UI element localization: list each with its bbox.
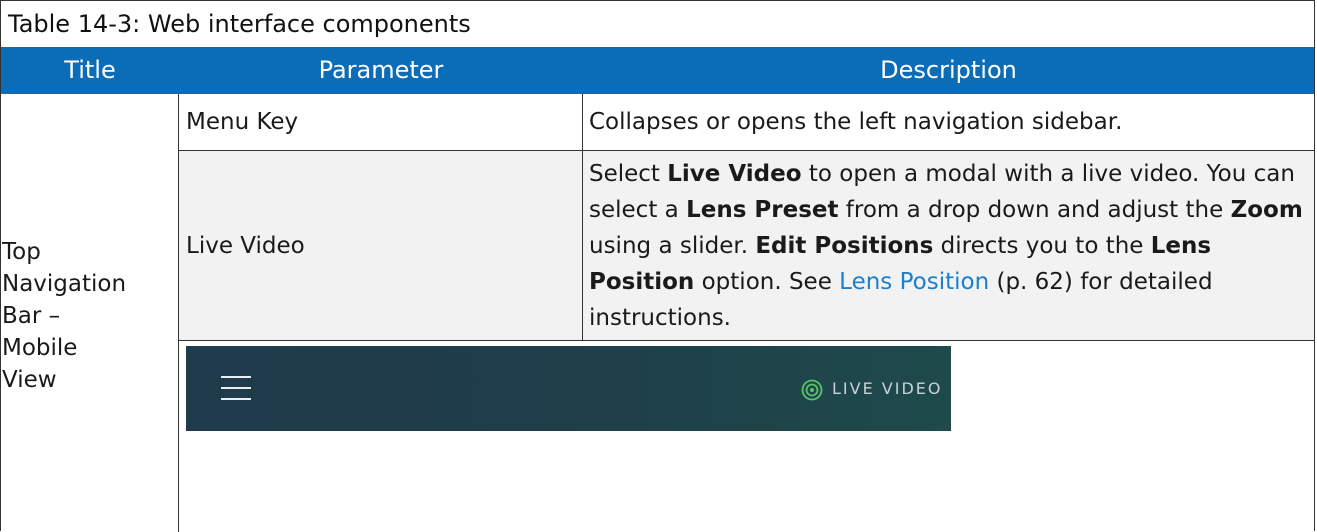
description-cell: Select Live Video to open a modal with a… — [583, 151, 1314, 340]
mobile-navbar-screenshot: LIVE VIDEO — [186, 346, 951, 431]
navbar-screenshot-row: LIVE VIDEO — [179, 341, 1314, 532]
table-row: Live Video Select Live Video to open a m… — [179, 151, 1314, 341]
table-frame: Table 14-3: Web interface components Tit… — [0, 0, 1315, 532]
bold-term: Edit Positions — [755, 232, 934, 259]
live-video-label: LIVE VIDEO — [832, 379, 943, 398]
text-run: from a drop down and adjust the — [838, 196, 1231, 223]
description-cell: Collapses or opens the left navigation s… — [583, 94, 1314, 150]
group-title-line: Bar – — [2, 303, 61, 329]
lens-position-link[interactable]: Lens Position — [839, 269, 989, 295]
text-run: directs you to the — [933, 232, 1151, 259]
header-description: Description — [880, 56, 1017, 84]
description-text: Select Live Video to open a modal with a… — [589, 156, 1306, 336]
bold-term: Live Video — [667, 160, 802, 187]
text-run: using a slider. — [589, 232, 756, 259]
bold-term: Lens Preset — [686, 196, 839, 223]
group-title-line: Mobile — [2, 335, 78, 361]
group-title: Top Navigation Bar – Mobile View — [2, 236, 172, 396]
table-caption: Table 14-3: Web interface components — [8, 10, 471, 38]
group-title-line: View — [2, 367, 57, 393]
group-title-line: Top — [2, 239, 41, 265]
live-stream-icon — [801, 379, 823, 401]
header-parameter: Parameter — [318, 56, 444, 84]
group-title-line: Navigation — [2, 271, 127, 297]
table-row: Menu Key Collapses or opens the left nav… — [179, 94, 1314, 151]
parameter-cell: Live Video — [179, 151, 583, 340]
hamburger-icon — [221, 376, 251, 400]
bold-term: Zoom — [1230, 196, 1303, 223]
table-header-row: Title Parameter Description — [1, 47, 1314, 94]
text-run: option. See — [694, 268, 840, 295]
description-text: Collapses or opens the left navigation s… — [589, 109, 1123, 135]
text-run: Select — [589, 160, 668, 187]
header-title: Title — [64, 56, 116, 84]
parameter-cell: Menu Key — [179, 94, 583, 150]
group-title-cell: Top Navigation Bar – Mobile View — [1, 94, 179, 532]
